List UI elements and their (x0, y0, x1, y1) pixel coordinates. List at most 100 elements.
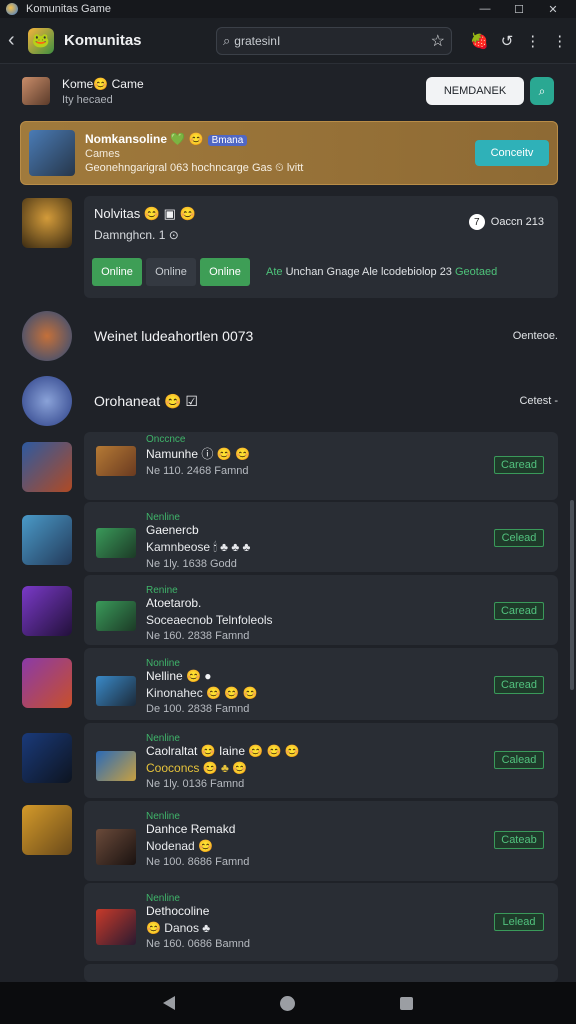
avatar[interactable] (22, 77, 50, 105)
close-icon[interactable]: ✕ (536, 3, 570, 16)
online-button-1[interactable]: Online (92, 258, 142, 286)
notice-date: 7 Oaccn 213 (468, 214, 544, 230)
page-title: Komunitas (64, 32, 142, 49)
item-button[interactable]: Calead (494, 751, 544, 769)
item-sub: Soceaecnob Telnfoleols (146, 613, 273, 627)
item-sub: Cooconcs 😊 ♣ 😊 (146, 761, 248, 775)
item-meta: Ne 100. 8686 Famnd (146, 856, 250, 868)
section-link[interactable]: Oenteoe. (513, 330, 558, 342)
clock-icon: 7 (468, 214, 485, 230)
section-row[interactable]: Orohaneat 😊 ☑ Cetest - (22, 375, 558, 427)
window-title: Komunitas Game (26, 3, 111, 15)
item-name: Namunhe ⓘ 😊 😊 (146, 447, 250, 461)
notice-subtitle: Damnghcn. 1 ⊙ (94, 228, 179, 242)
list-item[interactable]: Nenline Gaenercb Kamnbeose 🕯 ♣ ♣ ♣ Ne 1l… (84, 502, 558, 572)
section-title: Weinet ludeahortlen 0073 (94, 328, 254, 344)
notice-date-text: Oaccn 213 (490, 216, 544, 228)
nav-recents-icon[interactable] (400, 996, 414, 1010)
user-status: Ity hecaed (62, 93, 113, 106)
user-action-button[interactable]: NEMDANEK (426, 77, 524, 105)
item-sub: 😊 Danos ♣ (146, 921, 211, 935)
featured-badge: Bmana (207, 134, 248, 146)
item-thumbnail (96, 909, 136, 945)
list-item[interactable]: Onccnce Namunhe ⓘ 😊 😊 Ne 110. 2468 Famnd… (84, 432, 558, 500)
item-name: Atoetarob. (146, 596, 202, 610)
nav-back-icon[interactable] (162, 996, 175, 1010)
app-icon (6, 3, 18, 15)
featured-connect-button[interactable]: Conceitv (475, 140, 549, 166)
item-meta: Ne 1ly. 0136 Famnd (146, 778, 245, 790)
item-icon (22, 658, 72, 708)
section-row[interactable]: Weinet ludeahortlen 0073 Oenteoe. (22, 310, 558, 362)
item-tag: Nenline (146, 733, 180, 744)
item-thumbnail (96, 676, 136, 706)
featured-thumbnail (29, 130, 75, 176)
item-icon (22, 515, 72, 565)
notice-meta: Ate Unchan Gnage Ale lcodebiolop 23 Geot… (266, 266, 497, 278)
nav-home-icon[interactable] (279, 995, 295, 1011)
item-tag: Nenline (146, 893, 180, 904)
menu-icon[interactable]: ⋮ (552, 32, 567, 50)
item-name: Gaenercb (146, 523, 199, 537)
user-search-button[interactable]: ⌕ (530, 77, 554, 105)
list-item-partial[interactable] (84, 964, 558, 982)
search-value[interactable]: gratesinI (234, 34, 430, 48)
scrollbar[interactable] (570, 500, 574, 690)
featured-meta: Geonehngarigral 063 hochncarge Gas ⏲ lvi… (85, 161, 304, 174)
section-avatar (22, 376, 72, 426)
back-icon[interactable]: ‹ (8, 29, 22, 52)
item-button[interactable]: Caread (494, 602, 544, 620)
item-thumbnail (96, 446, 136, 476)
notice-icon (22, 198, 72, 248)
user-row: Kome😊 Came Ity hecaed NEMDANEK ⌕ (0, 68, 576, 114)
list-item[interactable]: Renine Atoetarob. Soceaecnob Telnfoleols… (84, 575, 558, 645)
item-button[interactable]: Lelead (494, 913, 544, 931)
item-meta: Ne 110. 2468 Famnd (146, 465, 249, 477)
featured-title: Nomkansoline 💚 😊 (85, 131, 204, 146)
app-header: ‹ 🐸 Komunitas ⌕ gratesinI ☆ 🍓 ↺ ⋮ ⋮ (0, 18, 576, 64)
maximize-icon[interactable]: ☐ (502, 3, 536, 16)
item-sub: Nodenad 😊 (146, 839, 213, 853)
item-icon (22, 733, 72, 783)
list-item[interactable]: Nenline Caolraltat 😊 Iaine 😊 😊 😊 Cooconc… (84, 723, 558, 798)
item-button[interactable]: Caread (494, 456, 544, 474)
list-item[interactable]: Nonline Nelline 😊 ● Kinonahec 😊 😊 😊 De 1… (84, 648, 558, 720)
item-name: Danhce Remakd (146, 822, 236, 836)
list-item[interactable]: Nenline Dethocoline 😊 Danos ♣ Ne 160. 06… (84, 883, 558, 961)
item-sub: Kinonahec 😊 😊 😊 (146, 686, 258, 700)
featured-subtitle: Cames (85, 147, 120, 160)
online-button-2[interactable]: Online (146, 258, 196, 286)
refresh-icon[interactable]: ↺ (501, 32, 514, 50)
item-name: Nelline 😊 ● (146, 669, 212, 683)
minimize-icon[interactable]: — (468, 3, 502, 15)
notice-meta-end[interactable]: Geotaed (455, 266, 497, 278)
item-thumbnail (96, 829, 136, 865)
notice-meta-text: Unchan Gnage Ale lcodebiolop 23 (285, 266, 452, 278)
section-link[interactable]: Cetest - (519, 395, 558, 407)
item-tag: Nenline (146, 512, 180, 523)
list-item[interactable]: Nenline Danhce Remakd Nodenad 😊 Ne 100. … (84, 801, 558, 881)
item-tag: Nonline (146, 658, 180, 669)
berry-icon[interactable]: 🍓 (470, 32, 489, 50)
search-input[interactable]: ⌕ gratesinI ☆ (216, 26, 452, 55)
item-meta: Ne 1ly. 1638 Godd (146, 558, 237, 570)
section-title: Orohaneat 😊 ☑ (94, 392, 198, 409)
item-meta: Ne 160. 0686 Bamnd (146, 938, 250, 950)
online-button-3[interactable]: Online (200, 258, 250, 286)
notice-card[interactable]: Nolvitas 😊 ▣ 😊 Damnghcn. 1 ⊙ 7 Oaccn 213… (84, 196, 558, 298)
item-button[interactable]: Cateab (494, 831, 544, 849)
item-name: Caolraltat 😊 Iaine 😊 😊 😊 (146, 744, 300, 758)
item-button[interactable]: Celead (494, 529, 544, 547)
item-button[interactable]: Caread (494, 676, 544, 694)
item-thumbnail (96, 528, 136, 558)
more-icon[interactable]: ⋮ (525, 32, 540, 50)
community-logo: 🐸 (28, 27, 54, 54)
user-name: Kome😊 Came (62, 76, 144, 91)
item-sub: Kamnbeose 🕯 ♣ ♣ ♣ (146, 540, 251, 554)
item-meta: De 100. 2838 Famnd (146, 703, 250, 715)
featured-card[interactable]: Nomkansoline 💚 😊 Bmana Cames Geonehngarig… (20, 121, 558, 185)
item-icon (22, 805, 72, 855)
star-icon[interactable]: ☆ (431, 31, 445, 51)
section-avatar (22, 311, 72, 361)
item-tag: Nenline (146, 811, 180, 822)
